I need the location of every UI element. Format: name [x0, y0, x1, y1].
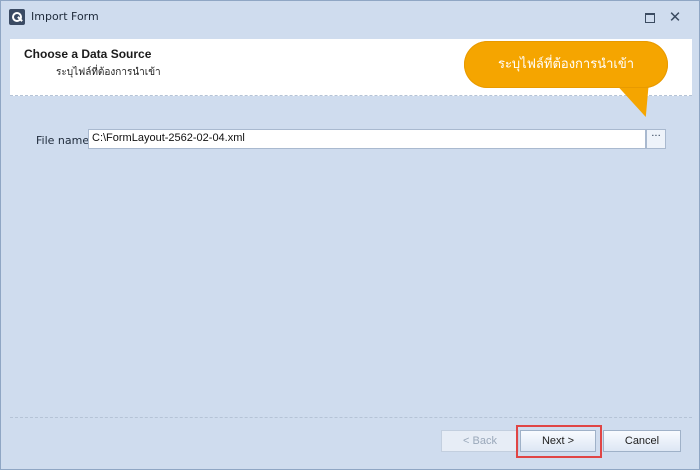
close-icon[interactable]: ✕: [667, 9, 683, 25]
file-name-label: File name: [36, 134, 90, 147]
page-subtitle: ระบุไฟล์ที่ต้องการนำเข้า: [56, 67, 161, 78]
footer-separator: [10, 417, 692, 418]
app-wizard-icon: [9, 9, 25, 25]
window-title: Import Form: [31, 10, 99, 23]
page-title: Choose a Data Source: [24, 47, 152, 61]
instruction-callout: ระบุไฟล์ที่ต้องการนำเข้า: [464, 41, 668, 88]
browse-button[interactable]: ···: [646, 129, 666, 149]
back-button[interactable]: < Back: [441, 430, 519, 452]
import-form-window: Import Form ✕ Choose a Data Source ระบุไ…: [0, 0, 700, 470]
file-name-input[interactable]: C:\FormLayout-2562-02-04.xml: [88, 129, 646, 149]
next-button[interactable]: Next >: [520, 430, 596, 452]
cancel-button[interactable]: Cancel: [603, 430, 681, 452]
restore-icon[interactable]: [641, 9, 657, 25]
title-bar: Import Form ✕: [1, 1, 699, 33]
